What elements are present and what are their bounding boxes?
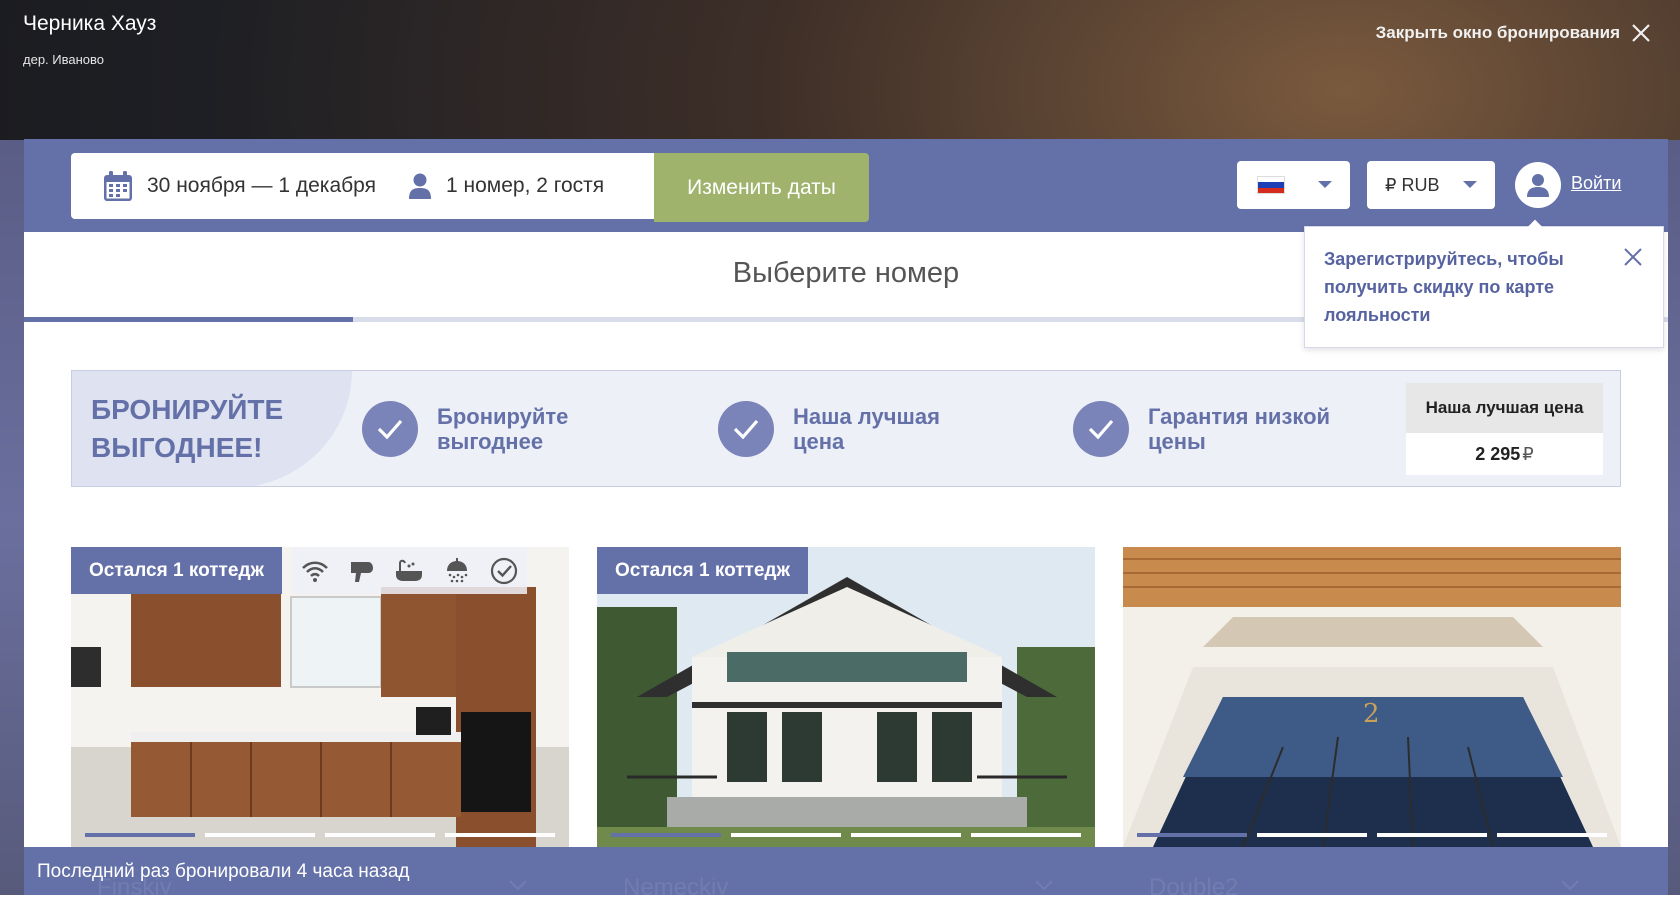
photo-dot[interactable] [611,833,721,837]
room-name[interactable]: Double2 [1149,874,1238,895]
calendar-icon [104,171,132,201]
hotel-location: дер. Иваново [23,52,105,67]
loyalty-tooltip: Зарегистрируйтесь, чтобы получить скидку… [1304,226,1664,348]
avatar[interactable] [1515,162,1561,208]
check-icon [362,401,418,457]
guests-text: 1 номер, 2 гостя [445,174,605,197]
photo-dot[interactable] [85,833,195,837]
photo-pager [85,833,555,837]
hotel-name: Черника Хауз [23,12,157,35]
wifi-icon [302,561,329,582]
search-box: 30 ноября — 1 декабря 1 номер, 2 гостя [71,153,691,219]
photo-dot[interactable] [1257,833,1367,837]
promo-item-label: Гарантия низкой цены [1148,404,1331,454]
booking-topbar: 30 ноября — 1 декабря 1 номер, 2 гостя И… [24,139,1668,232]
booking-panel: 30 ноября — 1 декабря 1 номер, 2 гостя И… [24,139,1668,895]
photo-dot[interactable] [971,833,1081,837]
tooltip-close-button[interactable] [1623,247,1643,272]
photo-dot[interactable] [1377,833,1487,837]
promo-item-label: Бронируйте выгоднее [437,404,569,454]
currency-value: ₽ RUB [1385,174,1440,195]
best-price-box: Наша лучшая цена 2 295 ₽ [1406,383,1603,475]
tooltip-text: Зарегистрируйтесь, чтобы получить скидку… [1324,249,1564,325]
chevron-down-icon [1463,181,1477,188]
promo-item-label: Наша лучшая цена [793,404,940,454]
close-icon [1624,248,1642,266]
photo-pager [611,833,1081,837]
login-link[interactable]: Войти [1571,173,1621,194]
booking-progress-fill [24,317,353,322]
best-price-amount: 2 295 [1475,443,1521,464]
language-select[interactable] [1237,161,1350,209]
check-icon [718,401,774,457]
bathtub-icon [396,559,423,581]
svg-text:2: 2 [1363,699,1380,729]
close-booking-label: Закрыть окно бронирования [1375,23,1620,42]
photo-dot[interactable] [851,833,961,837]
shower-icon [447,557,468,582]
photo-dot[interactable] [445,833,555,837]
promo-item: Наша лучшая цена [718,401,940,457]
promo-banner: БРОНИРУЙТЕ ВЫГОДНЕЕ! Бронируйте выгоднее… [71,370,1621,487]
best-price-value: 2 295 ₽ [1406,433,1603,475]
room-card-finskiy[interactable]: Остался 1 коттедж [71,547,569,847]
best-price-currency: ₽ [1522,443,1534,464]
user-icon [408,173,431,199]
currency-select[interactable]: ₽ RUB [1367,161,1495,209]
chevron-down-icon [1318,181,1332,188]
room-name[interactable]: Nemeckiy [623,874,728,895]
chevron-down-icon[interactable] [508,879,528,891]
room-card-double2[interactable]: 2 [1123,547,1621,847]
check-icon [1073,401,1129,457]
background-right-edge [1668,140,1680,900]
dates-selector[interactable]: 30 ноября — 1 декабря [71,153,392,219]
availability-badge: Остался 1 коттедж [71,547,282,594]
availability-badge: Остался 1 коттедж [597,547,808,594]
dates-text: 30 ноября — 1 декабря [147,174,376,197]
amenities-bar [292,547,527,594]
room-card-nemeckiy[interactable]: Остался 1 коттедж [597,547,1095,847]
background-left-edge [0,140,24,900]
promo-item: Бронируйте выгоднее [362,401,568,457]
hairdryer-icon [350,561,373,582]
last-booked-text: Последний раз бронировали 4 часа назад [37,861,410,882]
best-price-title: Наша лучшая цена [1406,383,1603,433]
check-circle-icon [490,557,517,584]
guests-selector[interactable]: 1 номер, 2 гостя [392,153,620,219]
photo-dot[interactable] [731,833,841,837]
photo-pager [1137,833,1607,837]
chevron-down-icon[interactable] [1560,879,1580,891]
photo-dot[interactable] [1137,833,1247,837]
user-icon [1527,174,1549,197]
page-bottom-strip [0,895,1680,906]
promo-item: Гарантия низкой цены [1073,401,1330,457]
chevron-down-icon[interactable] [1034,879,1054,891]
russia-flag-icon [1257,176,1285,194]
close-booking-button[interactable]: Закрыть окно бронирования [1376,22,1652,44]
photo-dot[interactable] [1497,833,1607,837]
promo-headline: БРОНИРУЙТЕ ВЫГОДНЕЕ! [72,371,352,486]
photo-dot[interactable] [205,833,315,837]
room-photo-window: 2 [1123,547,1621,847]
photo-dot[interactable] [325,833,435,837]
close-icon [1632,24,1650,42]
change-dates-button[interactable]: Изменить даты [654,153,869,222]
